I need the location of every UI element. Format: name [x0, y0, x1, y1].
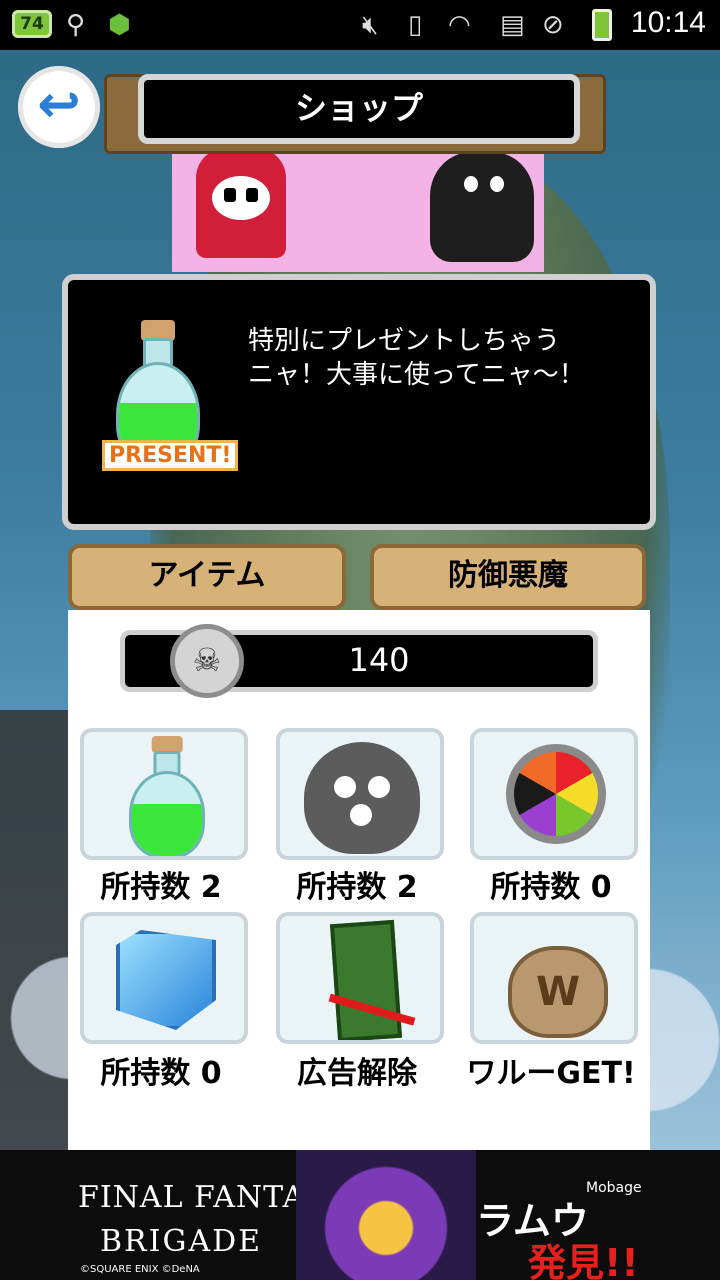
- shop-item-wheel[interactable]: [470, 728, 638, 860]
- shop-item-label: 所持数 0: [490, 870, 612, 905]
- ad-character-art: [296, 1150, 476, 1280]
- status-bar: 74 ⚲ ⬢ 🔇︎ ▯ ◠ ▤ ⊘ 10:14: [0, 0, 720, 50]
- ice-gem-icon: [116, 930, 216, 1030]
- message-text: 特別にプレゼントしちゃう ニャ！大事に使ってニャ〜！: [248, 324, 628, 392]
- shop-item-label: ワルーGET!: [466, 1056, 636, 1091]
- shop-item-gauge[interactable]: [276, 728, 444, 860]
- cat-skull-gauge-icon: [304, 742, 420, 854]
- shop-item-potion[interactable]: [80, 728, 248, 860]
- wifi-icon: ◠: [448, 10, 471, 40]
- mute-icon: 🔇︎: [362, 10, 379, 40]
- shop-item-gem[interactable]: [80, 912, 248, 1044]
- shop-item-ad-remove[interactable]: [276, 912, 444, 1044]
- potion-icon: [122, 736, 212, 856]
- present-badge: PRESENT!: [102, 440, 239, 471]
- devil-shopkeeper: [196, 148, 286, 258]
- shop-item-label: 所持数 0: [100, 1056, 222, 1091]
- no-signal-icon: ⊘: [542, 10, 564, 40]
- skull-coin-icon: ☠: [170, 624, 244, 698]
- clock: 10:14: [630, 6, 706, 39]
- shop-item-money-bag[interactable]: W: [470, 912, 638, 1044]
- ad-found-text: 発見!!: [528, 1241, 639, 1280]
- app-notification-icon: ⬢: [108, 10, 131, 40]
- battery-icon: [592, 9, 612, 41]
- tab-items[interactable]: アイテム: [68, 544, 346, 610]
- message-panel: PRESENT! 特別にプレゼントしちゃう ニャ！大事に使ってニャ〜！: [62, 274, 656, 530]
- ad-mobage-logo: Mobage: [586, 1180, 642, 1196]
- tab-defense-demons[interactable]: 防御悪魔: [370, 544, 646, 610]
- vibrate-icon: ▯: [408, 10, 423, 40]
- shop-item-label: 所持数 2: [296, 870, 418, 905]
- page-title: ショップ: [138, 74, 580, 144]
- message-line-2: ニャ！大事に使ってニャ〜！: [248, 360, 585, 390]
- back-arrow-icon: ↩: [37, 75, 81, 135]
- shop-item-label: 広告解除: [297, 1056, 417, 1091]
- ad-banner[interactable]: FINAL FANTASY. BRIGADE ©SQUARE ENIX ©DeN…: [0, 1150, 720, 1280]
- ad-copyright: ©SQUARE ENIX ©DeNA: [80, 1264, 200, 1275]
- present-potion: [98, 320, 218, 500]
- notification-battery-badge: 74: [12, 10, 52, 38]
- ad-remove-icon: [328, 919, 416, 1040]
- back-button[interactable]: ↩: [18, 66, 100, 148]
- shop-item-label: 所持数 2: [100, 870, 222, 905]
- money-bag-icon: W: [508, 946, 608, 1038]
- cat-shopkeeper: [430, 152, 534, 262]
- ad-title-line2: BRIGADE: [100, 1224, 263, 1259]
- color-wheel-icon: [506, 744, 606, 844]
- sim-icon: ▤: [500, 10, 525, 40]
- usb-icon: ⚲: [66, 10, 86, 40]
- message-line-1: 特別にプレゼントしちゃう: [248, 326, 561, 356]
